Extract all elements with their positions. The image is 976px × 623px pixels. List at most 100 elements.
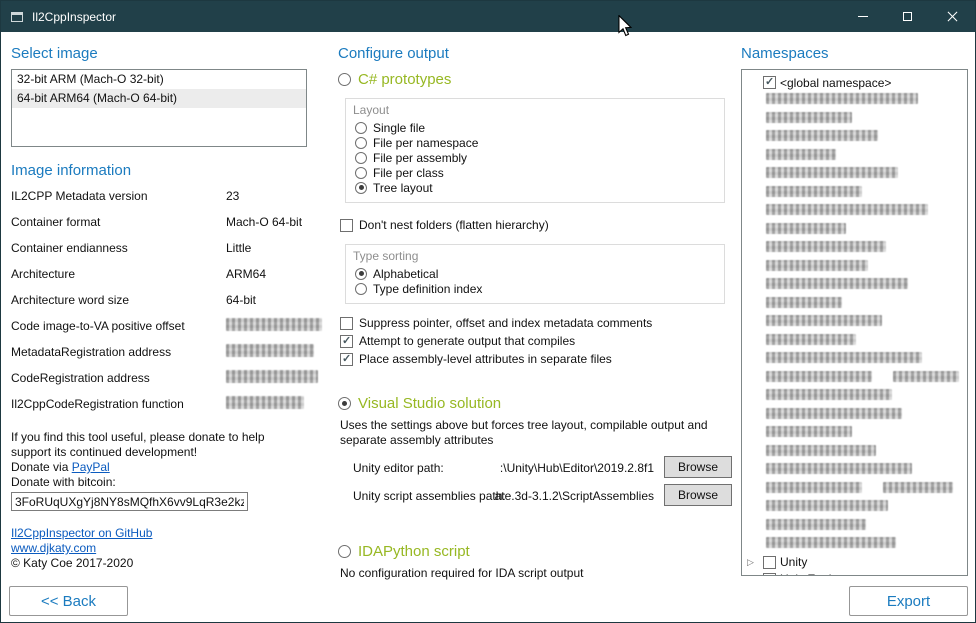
info-row: CodeRegistration address (11, 371, 307, 397)
redacted-namespace (766, 334, 856, 345)
website-link[interactable]: www.djkaty.com (11, 541, 96, 555)
idapython-option[interactable]: IDAPython script (338, 543, 732, 560)
redacted-namespace (766, 482, 862, 493)
info-label: Container endianness (11, 241, 128, 255)
layout-groupbox: Layout Single fileFile per namespaceFile… (345, 98, 725, 203)
radio-label: File per namespace (373, 136, 478, 150)
radio-option[interactable]: File per assembly (355, 150, 715, 165)
radio-button[interactable] (338, 73, 351, 86)
csharp-prototypes-label: C# prototypes (358, 71, 451, 88)
checkbox[interactable] (340, 219, 353, 232)
radio-button[interactable] (355, 268, 367, 280)
radio-label: Alphabetical (373, 267, 438, 281)
radio-button[interactable] (355, 182, 367, 194)
csharp-prototypes-option[interactable]: C# prototypes (338, 71, 732, 88)
radio-option[interactable]: Tree layout (355, 180, 715, 195)
export-button[interactable]: Export (849, 586, 968, 616)
path-value: :\Unity\Hub\Editor\2019.2.8f1 (500, 461, 654, 475)
path-value: ate.3d-3.1.2\ScriptAssemblies (495, 489, 654, 503)
namespaces-panel[interactable]: <global namespace>▷Unity▷UnityEngineUnit… (741, 69, 968, 576)
info-row: Container endiannessLittle (11, 241, 307, 267)
path-field-row: Unity editor path::\Unity\Hub\Editor\201… (338, 456, 732, 484)
info-label: IL2CPP Metadata version (11, 189, 148, 203)
paypal-line: Donate via PayPal (11, 460, 307, 475)
mouse-cursor (617, 15, 633, 37)
list-item[interactable]: 64-bit ARM64 (Mach-O 64-bit) (12, 89, 306, 108)
radio-option[interactable]: File per class (355, 165, 715, 180)
browse-button[interactable]: Browse (664, 484, 732, 506)
redacted-namespace (766, 241, 886, 252)
redacted-namespace (766, 352, 922, 363)
list-item[interactable]: 32-bit ARM (Mach-O 32-bit) (12, 70, 306, 89)
namespace-item[interactable]: <global namespace> (747, 75, 964, 90)
radio-option[interactable]: File per namespace (355, 135, 715, 150)
type-sorting-title: Type sorting (353, 249, 715, 263)
expander-icon[interactable]: ▷ (747, 573, 759, 576)
bitcoin-address-input[interactable] (11, 492, 248, 511)
checkbox-label: Attempt to generate output that compiles (359, 334, 575, 348)
info-row: IL2CPP Metadata version23 (11, 189, 307, 215)
visual-studio-option[interactable]: Visual Studio solution (338, 395, 732, 412)
namespace-item[interactable]: ▷ UnityEngine (747, 572, 964, 577)
path-field-row: Unity script assemblies path:ate.3d-3.1.… (338, 484, 732, 512)
redacted-namespace (766, 186, 862, 197)
close-button[interactable] (930, 1, 975, 32)
info-value: ARM64 (226, 267, 266, 281)
radio-button[interactable] (338, 545, 351, 558)
namespace-label: Unity (780, 555, 807, 569)
expander-icon[interactable]: ▷ (747, 556, 759, 568)
info-row: Architecture word size64-bit (11, 293, 307, 319)
select-image-section: Select image 32-bit ARM (Mach-O 32-bit)6… (11, 45, 307, 571)
checkbox-option[interactable]: Suppress pointer, offset and index metad… (340, 314, 732, 332)
flatten-checkbox-slot: Don't nest folders (flatten hierarchy) (340, 216, 732, 234)
namespace-item[interactable]: ▷ Unity (747, 555, 964, 570)
redacted-namespace (766, 93, 918, 104)
radio-button[interactable] (355, 137, 367, 149)
radio-button[interactable] (355, 122, 367, 134)
image-listbox[interactable]: 32-bit ARM (Mach-O 32-bit)64-bit ARM64 (… (11, 69, 307, 147)
links-block: Il2CppInspector on GitHub www.djkaty.com… (11, 526, 307, 571)
radio-button[interactable] (355, 152, 367, 164)
idapython-label: IDAPython script (358, 543, 470, 560)
radio-button[interactable] (355, 283, 367, 295)
redacted-namespace (766, 463, 912, 474)
checkbox[interactable] (763, 556, 776, 569)
radio-option[interactable]: Type definition index (355, 281, 715, 296)
paypal-link[interactable]: PayPal (72, 460, 110, 474)
namespace-label: UnityEngine (780, 572, 845, 576)
minimize-icon (858, 16, 868, 17)
redacted-namespace (766, 278, 908, 289)
checkbox[interactable] (763, 76, 776, 89)
image-information-heading: Image information (11, 162, 307, 179)
path-label: Unity script assemblies path: (353, 489, 506, 503)
minimize-button[interactable] (840, 1, 885, 32)
radio-button[interactable] (355, 167, 367, 179)
checkbox[interactable] (340, 353, 353, 366)
window-controls (840, 1, 975, 32)
checkbox-option[interactable]: Place assembly-level attributes in separ… (340, 350, 732, 368)
radio-button[interactable] (338, 397, 351, 410)
redacted-namespace (766, 297, 842, 308)
redacted-namespace (766, 130, 878, 141)
checkbox[interactable] (763, 573, 776, 577)
redacted-namespace (883, 482, 953, 493)
info-value: Mach-O 64-bit (226, 215, 302, 229)
ida-description: No configuration required for IDA script… (340, 566, 724, 581)
radio-label: Type definition index (373, 282, 482, 296)
radio-option[interactable]: Single file (355, 120, 715, 135)
radio-option[interactable]: Alphabetical (355, 266, 715, 281)
github-link[interactable]: Il2CppInspector on GitHub (11, 526, 152, 540)
redacted-value (226, 318, 322, 331)
layout-options: Single fileFile per namespaceFile per as… (355, 120, 715, 195)
checkbox-option[interactable]: Attempt to generate output that compiles (340, 332, 732, 350)
checkbox-option[interactable]: Don't nest folders (flatten hierarchy) (340, 216, 732, 234)
checkbox[interactable] (340, 335, 353, 348)
info-label: Architecture word size (11, 293, 129, 307)
maximize-button[interactable] (885, 1, 930, 32)
configure-output-section: Configure output C# prototypes Layout Si… (338, 45, 732, 581)
browse-button[interactable]: Browse (664, 456, 732, 478)
back-button[interactable]: << Back (9, 586, 128, 616)
checkbox[interactable] (340, 317, 353, 330)
info-rows: IL2CPP Metadata version23Container forma… (11, 189, 307, 423)
info-label: MetadataRegistration address (11, 345, 171, 359)
